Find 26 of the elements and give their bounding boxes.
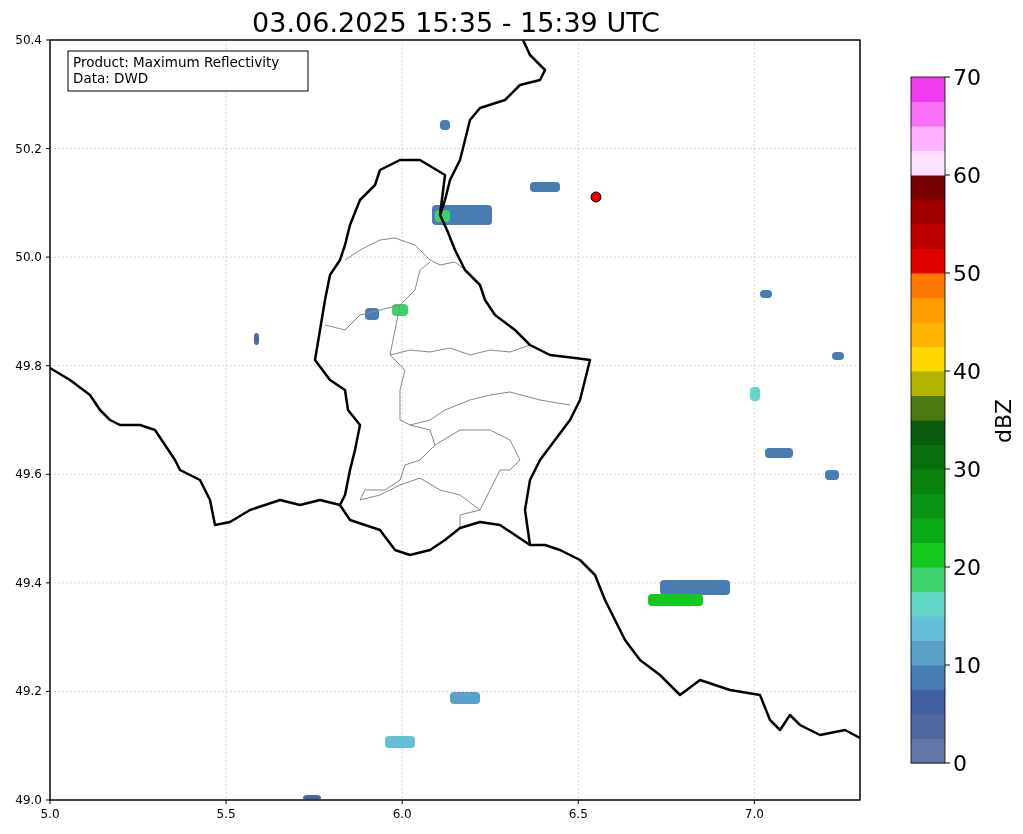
colorbar-tick-label: 50 <box>953 261 981 286</box>
colorbar-tick-label: 10 <box>953 653 981 678</box>
x-tick-label: 5.5 <box>216 807 236 821</box>
chart-title: 03.06.2025 15:35 - 15:39 UTC <box>252 7 660 38</box>
legend-text: Data: DWD <box>73 70 149 86</box>
x-tick-label: 6.0 <box>392 807 412 821</box>
colorbar-tick-label: 30 <box>953 457 981 482</box>
legend-text: Product: Maximum Reflectivity <box>73 54 280 70</box>
colorbar-tick-label: 60 <box>953 163 981 188</box>
colorbar-label: dBZ <box>991 398 1016 444</box>
y-tick-label: 49.8 <box>15 358 42 373</box>
colorbar-tick-label: 40 <box>953 359 981 384</box>
y-tick-label: 50.0 <box>15 250 42 265</box>
x-tick-label: 7.0 <box>744 807 764 821</box>
colorbar-tick-label: 0 <box>953 751 967 776</box>
x-tick-label: 5.0 <box>40 807 60 821</box>
y-tick-label: 49.6 <box>15 467 42 482</box>
location-marker-icon <box>590 191 602 203</box>
colorbar-tick-label: 70 <box>953 65 981 90</box>
y-tick-label: 49.4 <box>15 575 42 590</box>
y-tick-label: 50.4 <box>15 33 42 47</box>
y-tick-label: 49.0 <box>15 793 42 807</box>
colorbar-tick-label: 20 <box>953 555 981 580</box>
y-tick-label: 49.2 <box>15 684 42 699</box>
y-tick-label: 50.2 <box>15 141 42 156</box>
x-tick-label: 6.5 <box>568 807 588 821</box>
